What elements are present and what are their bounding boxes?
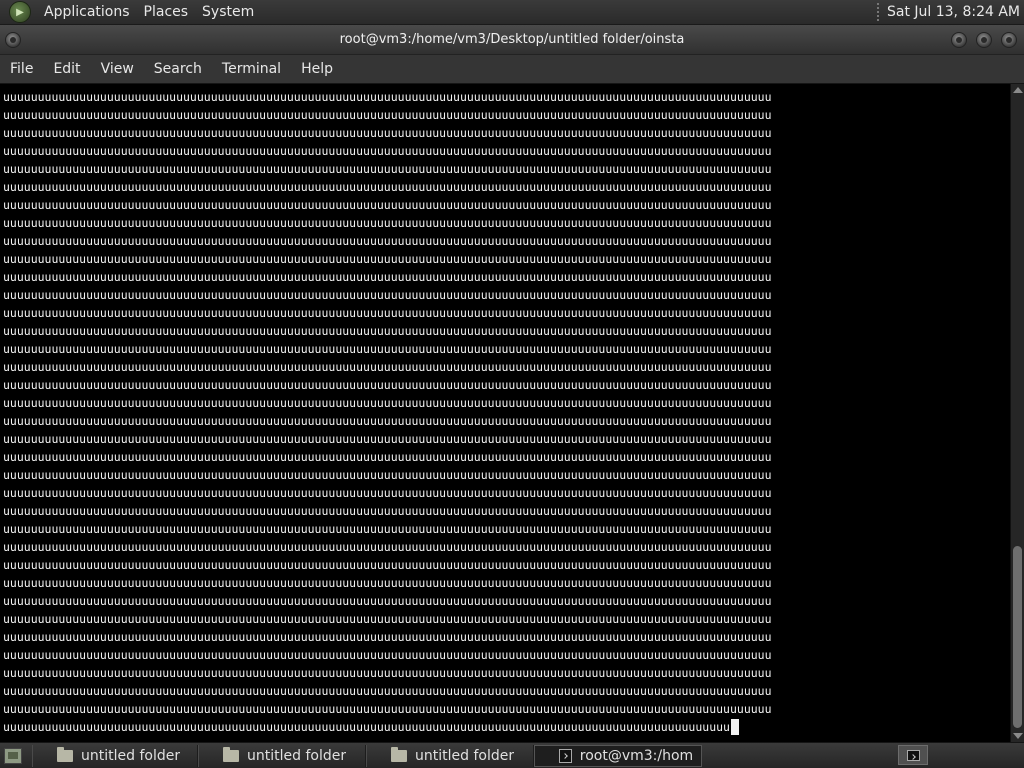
terminal-line: uuuuuuuuuuuuuuuuuuuuuuuuuuuuuuuuuuuuuuuu… <box>3 270 772 284</box>
terminal-line: uuuuuuuuuuuuuuuuuuuuuuuuuuuuuuuuuuuuuuuu… <box>3 486 772 500</box>
terminal-menubar: File Edit View Search Terminal Help <box>0 55 1024 84</box>
terminal-line: uuuuuuuuuuuuuuuuuuuuuuuuuuuuuuuuuuuuuuuu… <box>3 180 772 194</box>
terminal-scrollbar[interactable] <box>1010 84 1024 742</box>
window-menu-button[interactable] <box>5 32 21 48</box>
terminal-line: uuuuuuuuuuuuuuuuuuuuuuuuuuuuuuuuuuuuuuuu… <box>3 666 772 680</box>
menu-file[interactable]: File <box>0 61 43 77</box>
scroll-up-arrow-icon[interactable] <box>1013 87 1023 93</box>
terminal-line: uuuuuuuuuuuuuuuuuuuuuuuuuuuuuuuuuuuuuuuu… <box>3 396 772 410</box>
scroll-down-arrow-icon[interactable] <box>1013 733 1023 739</box>
terminal-line: uuuuuuuuuuuuuuuuuuuuuuuuuuuuuuuuuuuuuuuu… <box>3 504 772 518</box>
applications-menu[interactable]: Applications <box>37 4 137 20</box>
minimize-button[interactable] <box>951 32 967 48</box>
terminal-icon <box>906 749 920 761</box>
terminal-icon <box>559 748 572 763</box>
terminal-line: uuuuuuuuuuuuuuuuuuuuuuuuuuuuuuuuuuuuuuuu… <box>3 126 772 140</box>
taskbar-item-label: untitled folder <box>415 747 515 764</box>
terminal-line: uuuuuuuuuuuuuuuuuuuuuuuuuuuuuuuuuuuuuuuu… <box>3 324 772 338</box>
terminal-line: uuuuuuuuuuuuuuuuuuuuuuuuuuuuuuuuuuuuuuuu… <box>3 594 772 608</box>
terminal-line: uuuuuuuuuuuuuuuuuuuuuuuuuuuuuuuuuuuuuuuu… <box>3 288 772 302</box>
menu-terminal[interactable]: Terminal <box>212 61 291 77</box>
places-menu[interactable]: Places <box>137 4 196 20</box>
menu-help[interactable]: Help <box>291 61 343 77</box>
terminal-line: uuuuuuuuuuuuuuuuuuuuuuuuuuuuuuuuuuuuuuuu… <box>3 558 772 572</box>
terminal-line: uuuuuuuuuuuuuuuuuuuuuuuuuuuuuuuuuuuuuuuu… <box>3 432 772 446</box>
terminal-last-line: uuuuuuuuuuuuuuuuuuuuuuuuuuuuuuuuuuuuuuuu… <box>3 720 730 734</box>
bottom-panel: untitled folder untitled folder untitled… <box>0 742 1024 768</box>
scrollbar-thumb[interactable] <box>1013 546 1022 728</box>
taskbar-item-terminal[interactable]: root@vm3:/home/v... <box>534 744 702 767</box>
terminal-cursor <box>730 719 739 735</box>
panel-separator <box>876 3 879 21</box>
terminal-line: uuuuuuuuuuuuuuuuuuuuuuuuuuuuuuuuuuuuuuuu… <box>3 540 772 554</box>
terminal-line: uuuuuuuuuuuuuuuuuuuuuuuuuuuuuuuuuuuuuuuu… <box>3 90 772 104</box>
show-desktop-icon[interactable] <box>4 747 22 764</box>
workspace-switcher[interactable] <box>898 745 928 765</box>
maximize-button[interactable] <box>976 32 992 48</box>
terminal-line: uuuuuuuuuuuuuuuuuuuuuuuuuuuuuuuuuuuuuuuu… <box>3 252 772 266</box>
terminal-line: uuuuuuuuuuuuuuuuuuuuuuuuuuuuuuuuuuuuuuuu… <box>3 234 772 248</box>
folder-icon <box>57 746 73 762</box>
taskbar-item-folder-2[interactable]: untitled folder <box>198 744 366 767</box>
taskbar-item-folder-3[interactable]: untitled folder <box>366 744 534 767</box>
taskbar-item-label: untitled folder <box>247 747 347 764</box>
window-title: root@vm3:/home/vm3/Desktop/untitled fold… <box>339 32 685 47</box>
menu-view[interactable]: View <box>91 61 144 77</box>
terminal-text: uuuuuuuuuuuuuuuuuuuuuuuuuuuuuuuuuuuuuuuu… <box>3 88 772 736</box>
terminal-line: uuuuuuuuuuuuuuuuuuuuuuuuuuuuuuuuuuuuuuuu… <box>3 576 772 590</box>
terminal-line: uuuuuuuuuuuuuuuuuuuuuuuuuuuuuuuuuuuuuuuu… <box>3 648 772 662</box>
terminal-line: uuuuuuuuuuuuuuuuuuuuuuuuuuuuuuuuuuuuuuuu… <box>3 702 772 716</box>
taskbar-item-label: untitled folder <box>81 747 181 764</box>
terminal-line: uuuuuuuuuuuuuuuuuuuuuuuuuuuuuuuuuuuuuuuu… <box>3 144 772 158</box>
window-titlebar[interactable]: root@vm3:/home/vm3/Desktop/untitled fold… <box>0 25 1024 55</box>
menu-edit[interactable]: Edit <box>43 61 90 77</box>
top-panel: ▶ Applications Places System Sat Jul 13,… <box>0 0 1024 25</box>
terminal-line: uuuuuuuuuuuuuuuuuuuuuuuuuuuuuuuuuuuuuuuu… <box>3 306 772 320</box>
terminal-line: uuuuuuuuuuuuuuuuuuuuuuuuuuuuuuuuuuuuuuuu… <box>3 630 772 644</box>
taskbar-item-folder-1[interactable]: untitled folder <box>32 744 198 767</box>
menu-search[interactable]: Search <box>144 61 212 77</box>
terminal-line: uuuuuuuuuuuuuuuuuuuuuuuuuuuuuuuuuuuuuuuu… <box>3 378 772 392</box>
folder-icon <box>223 746 239 762</box>
terminal-line: uuuuuuuuuuuuuuuuuuuuuuuuuuuuuuuuuuuuuuuu… <box>3 468 772 482</box>
terminal-line: uuuuuuuuuuuuuuuuuuuuuuuuuuuuuuuuuuuuuuuu… <box>3 360 772 374</box>
terminal-line: uuuuuuuuuuuuuuuuuuuuuuuuuuuuuuuuuuuuuuuu… <box>3 162 772 176</box>
terminal-line: uuuuuuuuuuuuuuuuuuuuuuuuuuuuuuuuuuuuuuuu… <box>3 612 772 626</box>
terminal-line: uuuuuuuuuuuuuuuuuuuuuuuuuuuuuuuuuuuuuuuu… <box>3 198 772 212</box>
close-button[interactable] <box>1001 32 1017 48</box>
terminal-line: uuuuuuuuuuuuuuuuuuuuuuuuuuuuuuuuuuuuuuuu… <box>3 522 772 536</box>
terminal-output[interactable]: uuuuuuuuuuuuuuuuuuuuuuuuuuuuuuuuuuuuuuuu… <box>0 84 1010 742</box>
taskbar-item-label: root@vm3:/home/v... <box>579 747 693 764</box>
terminal-line: uuuuuuuuuuuuuuuuuuuuuuuuuuuuuuuuuuuuuuuu… <box>3 216 772 230</box>
terminal-line: uuuuuuuuuuuuuuuuuuuuuuuuuuuuuuuuuuuuuuuu… <box>3 414 772 428</box>
terminal-line: uuuuuuuuuuuuuuuuuuuuuuuuuuuuuuuuuuuuuuuu… <box>3 108 772 122</box>
terminal-line: uuuuuuuuuuuuuuuuuuuuuuuuuuuuuuuuuuuuuuuu… <box>3 342 772 356</box>
distro-logo-icon[interactable]: ▶ <box>9 1 31 23</box>
folder-icon <box>391 746 407 762</box>
clock[interactable]: Sat Jul 13, 8:24 AM <box>887 4 1024 20</box>
terminal-line: uuuuuuuuuuuuuuuuuuuuuuuuuuuuuuuuuuuuuuuu… <box>3 684 772 698</box>
system-menu[interactable]: System <box>195 4 261 20</box>
terminal-line: uuuuuuuuuuuuuuuuuuuuuuuuuuuuuuuuuuuuuuuu… <box>3 450 772 464</box>
